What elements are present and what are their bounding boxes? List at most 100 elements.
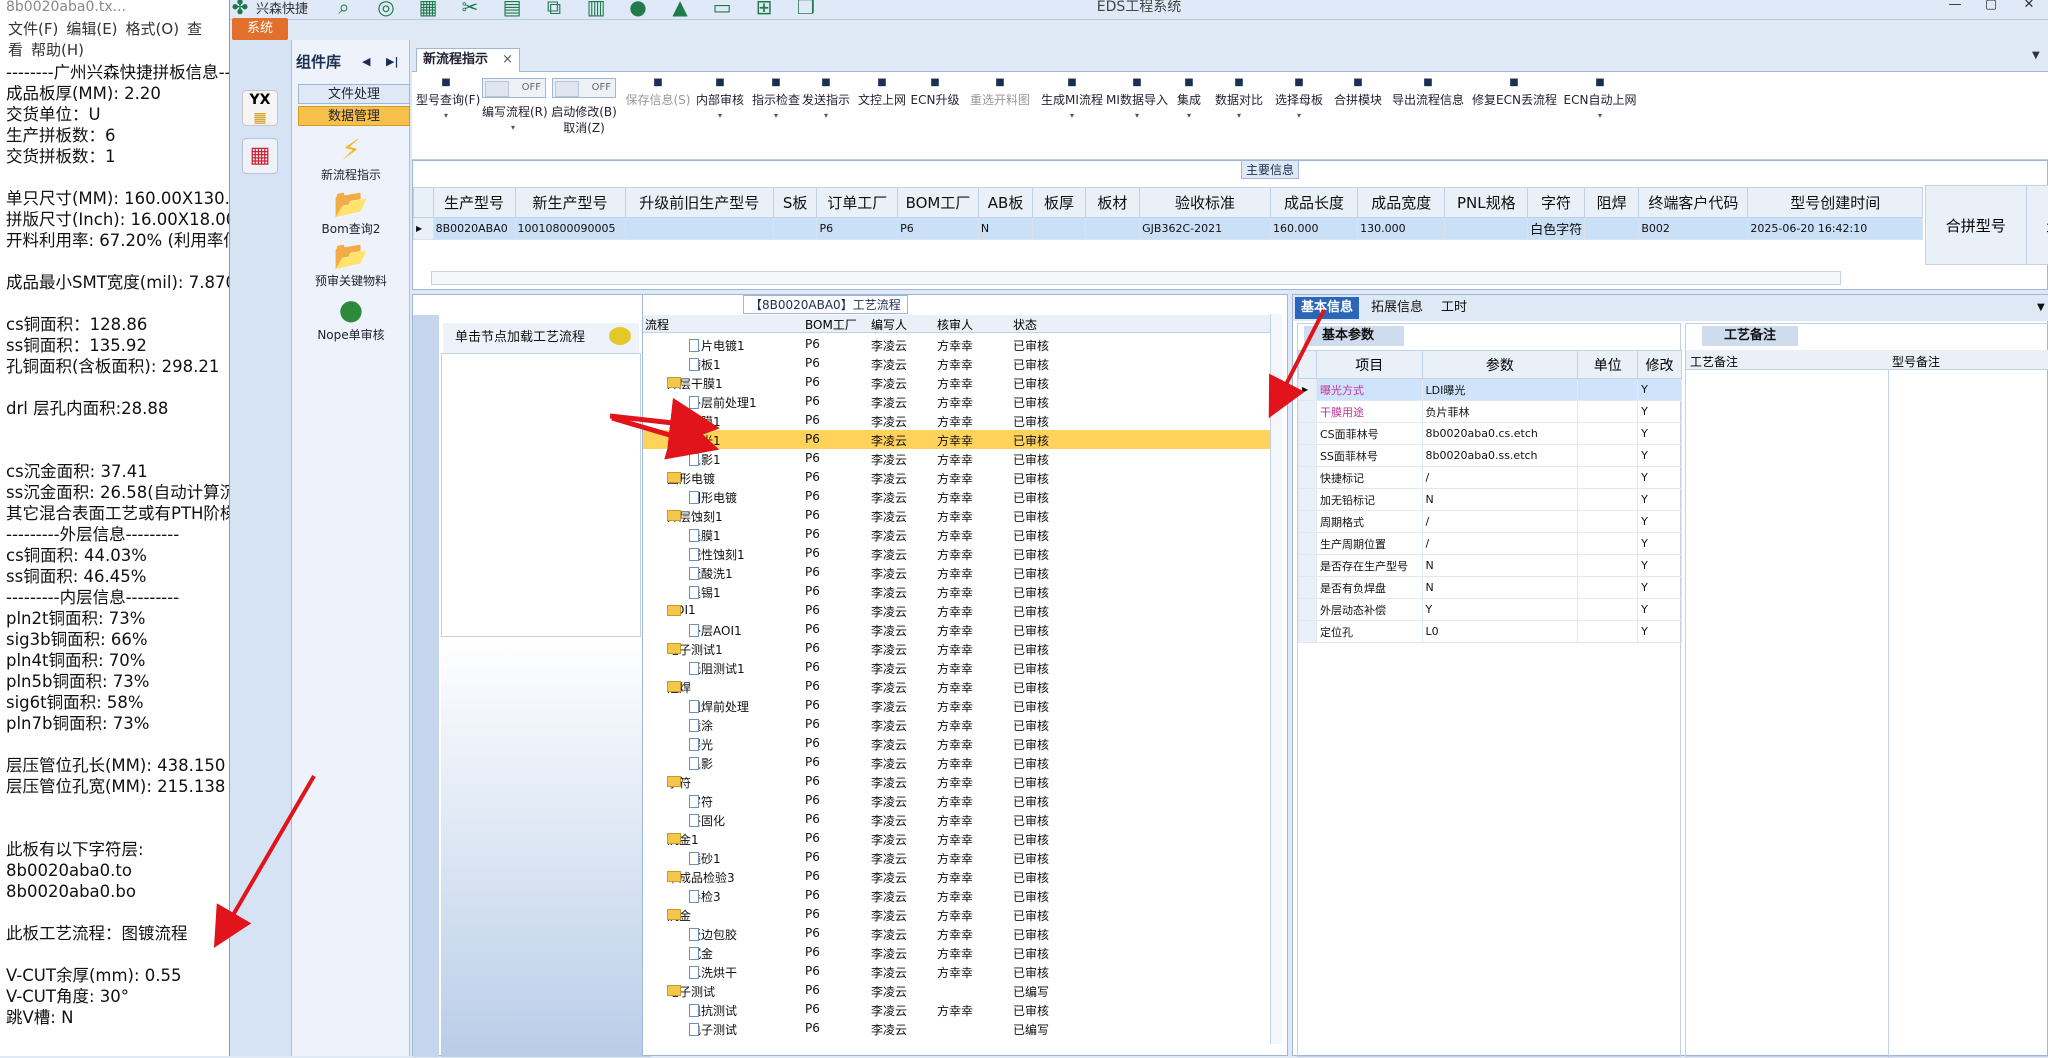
param-row[interactable]: CS面菲林号 8b0020aba0.cs.etch Y [1298,422,1682,445]
param-cell-item[interactable]: 外层动态补偿 [1315,598,1423,621]
tree-row[interactable]: 沉金 P6 李凌云 方幸幸 已审核 [643,943,1273,962]
column-header[interactable]: 型号创建时间 [1747,187,1923,218]
notepad-menu-item[interactable]: 格式(O) [126,20,180,38]
param-cell-item[interactable]: 生产周期位置 [1315,532,1423,555]
table-cell[interactable]: 160.000 [1269,217,1359,240]
ribbon-button[interactable]: ■ 数据对比 ▾ [1212,74,1266,124]
param-cell-item[interactable]: 是否有负焊盘 [1315,576,1423,599]
param-row[interactable]: 干膜用途 负片菲林 Y [1298,400,1682,423]
param-row[interactable]: 定位孔 L0 Y [1298,620,1682,643]
tree-row[interactable]: 喷涂 P6 李凌云 方幸幸 已审核 [643,715,1273,734]
column-header[interactable]: 成品长度 [1269,187,1359,218]
param-cell-item[interactable]: 定位孔 [1315,620,1423,643]
ribbon-button[interactable]: ■ 生成MI流程 ▾ [1040,74,1104,124]
table-cell[interactable]: N [977,217,1034,240]
tree-row[interactable]: −阻焊P6李凌云方幸幸已审核 [643,677,1273,696]
tree-row[interactable]: 硫酸洗1 P6 李凌云 方幸幸 已审核 [643,563,1273,582]
tree-column-header[interactable]: 编写人 [871,316,907,333]
flow-list-box[interactable] [441,353,641,637]
tree-row[interactable]: 半检3 P6 李凌云 方幸幸 已审核 [643,886,1273,905]
column-header[interactable]: 成品宽度 [1357,187,1446,218]
tab-menu-icon[interactable]: ▼ [2031,297,2048,319]
param-cell-item[interactable]: 周期格式 [1315,510,1423,533]
column-header[interactable]: 板厚 [1032,187,1086,218]
param-cell-param[interactable]: N [1421,554,1579,577]
column-header[interactable]: 终端客户代码 [1638,187,1749,218]
param-cell-param[interactable]: 8b0020aba0.ss.etch [1421,444,1579,467]
param-cell-mod[interactable]: Y [1637,620,1682,643]
param-cell-mod[interactable]: Y [1637,510,1682,533]
table-cell[interactable]: 2025-06-20 16:42:10 [1747,217,1923,240]
tree-row[interactable]: 字符 P6 李凌云 方幸幸 已审核 [643,791,1273,810]
param-cell-item[interactable]: CS面菲林号 [1315,422,1423,445]
horizontal-scrollbar[interactable] [431,271,1841,285]
tree-row[interactable]: 图形电镀 P6 李凌云 方幸幸 已审核 [643,487,1273,506]
param-cell-unit[interactable] [1577,378,1639,401]
calculator-icon[interactable]: ▦ [242,138,278,174]
minimize-icon[interactable]: — [1946,0,1964,12]
tree-row[interactable]: 显影 P6 李凌云 方幸幸 已审核 [643,753,1273,772]
ribbon-button[interactable]: ■ 重选开料图 [964,74,1036,108]
tree-row[interactable]: 贴膜1 P6 李凌云 方幸幸 已审核 [643,411,1273,430]
table-cell[interactable]: 130.000 [1357,217,1446,240]
tree-row[interactable]: −字符P6李凌云方幸幸已审核 [643,772,1273,791]
tree-row[interactable]: 退膜1 P6 李凌云 方幸幸 已审核 [643,525,1273,544]
param-cell-mod[interactable]: Y [1637,466,1682,489]
ribbon-button[interactable]: ■ 指示检查 ▾ [750,74,802,124]
param-cell-param[interactable]: L0 [1421,620,1579,643]
param-cell-mod[interactable]: Y [1637,598,1682,621]
apps-icon[interactable]: ▥ [582,0,610,19]
lib-tab-data[interactable]: 数据管理 [298,106,410,126]
param-row[interactable]: 快捷标记 / Y [1298,466,1682,489]
param-row[interactable]: SS面菲林号 8b0020aba0.ss.etch Y [1298,444,1682,467]
column-header[interactable]: 生产型号 [2025,185,2048,265]
ribbon-button[interactable]: ■ 文控上网 [856,74,908,108]
tree-row[interactable]: 磨板1 P6 李凌云 方幸幸 已审核 [643,354,1273,373]
pin-icon[interactable]: ▶| [386,48,398,76]
param-row[interactable]: 生产周期位置 / Y [1298,532,1682,555]
tree-row[interactable]: 显影1 P6 李凌云 方幸幸 已审核 [643,449,1273,468]
tab-close-icon[interactable]: × [502,49,513,71]
param-cell-param[interactable]: Y [1421,598,1579,621]
tree-row[interactable]: 退锡1 P6 李凌云 方幸幸 已审核 [643,582,1273,601]
ribbon-button[interactable]: ■ MI数据导入 ▾ [1106,74,1168,124]
close-icon[interactable]: ✕ [2020,0,2038,12]
tree-row[interactable]: −沉金1P6李凌云方幸幸已审核 [643,829,1273,848]
tree-row[interactable]: −沉金P6李凌云方幸幸已审核 [643,905,1273,924]
column-header[interactable]: 合拼型号 [1925,185,2027,265]
vertical-scrollbar[interactable] [1270,314,1282,1044]
table-cell[interactable] [624,217,774,240]
tree-row[interactable]: 水洗烘干 P6 李凌云 方幸幸 已审核 [643,962,1273,981]
param-cell-item[interactable]: SS面菲林号 [1315,444,1423,467]
tree-row[interactable]: 碱性蚀刻1 P6 李凌云 方幸幸 已审核 [643,544,1273,563]
param-row[interactable]: 加无铅标记 N Y [1298,488,1682,511]
table-cell[interactable] [1032,217,1086,240]
tree-row[interactable]: 曝光 P6 李凌云 方幸幸 已审核 [643,734,1273,753]
table-cell[interactable]: P6 [816,217,899,240]
param-cell-unit[interactable] [1577,510,1639,533]
table-cell[interactable] [1084,217,1141,240]
tree-column-header[interactable]: 状态 [1013,316,1037,333]
column-header[interactable]: S板 [772,187,818,218]
table-cell[interactable]: GJB362C-2021 [1139,217,1271,240]
user-icon[interactable]: ● [624,0,652,19]
ribbon-button[interactable]: OFF 启动修改(B) 取消(Z) [546,74,622,136]
load-flow-button[interactable]: 单击节点加载工艺流程 [443,323,639,353]
ribbon-button[interactable]: ■ 选择母板 ▾ [1270,74,1328,124]
column-header[interactable]: 阻焊 [1583,187,1640,218]
tab-new-flow[interactable]: 新流程指示 × [416,48,520,72]
param-cell-unit[interactable] [1577,532,1639,555]
column-header[interactable]: 字符 [1527,187,1585,218]
collapse-icon[interactable]: ◀ [362,48,370,76]
tree-row[interactable]: 喷砂1 P6 李凌云 方幸幸 已审核 [643,848,1273,867]
param-row[interactable]: 外层动态补偿 Y Y [1298,598,1682,621]
tree-row[interactable]: −外层干膜1P6李凌云方幸幸已审核 [643,373,1273,392]
param-cell-mod[interactable]: Y [1637,400,1682,423]
param-cell-unit[interactable] [1577,400,1639,423]
detail-tab[interactable]: 工时 [1435,297,1473,319]
param-cell-mod[interactable]: Y [1637,532,1682,555]
param-cell-unit[interactable] [1577,444,1639,467]
tree-row[interactable]: 外层AOI1 P6 李凌云 方幸幸 已审核 [643,620,1273,639]
param-cell-param[interactable]: N [1421,488,1579,511]
table-cell[interactable] [772,217,818,240]
